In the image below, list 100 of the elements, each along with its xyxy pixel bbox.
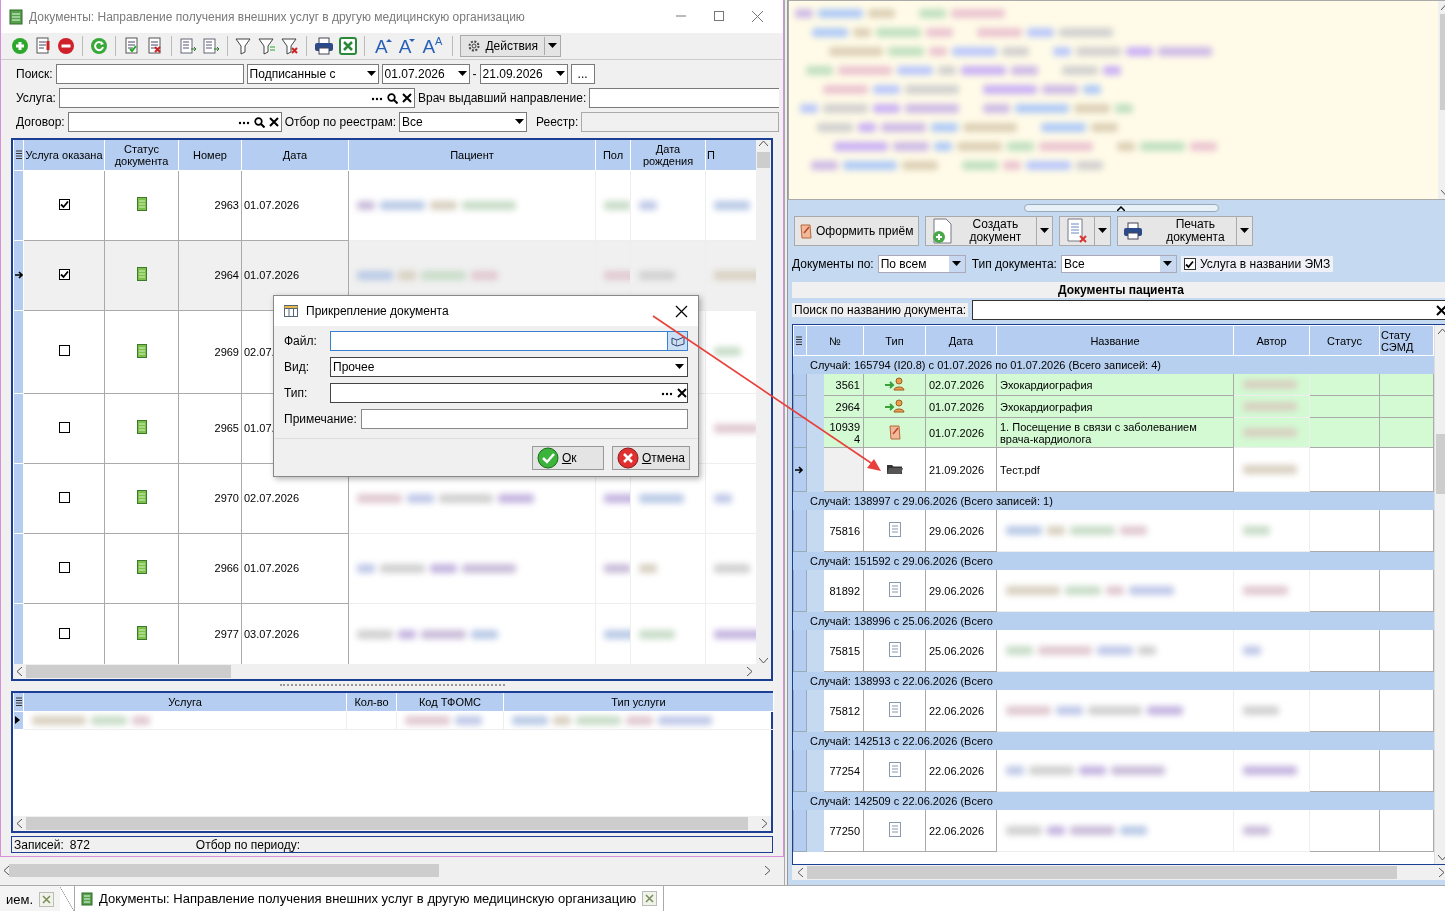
column-header[interactable]: П — [705, 140, 756, 170]
column-header[interactable]: Тип услуги — [503, 693, 774, 711]
cancel-button[interactable]: Отмена — [611, 445, 690, 470]
maximize-icon[interactable] — [714, 11, 724, 21]
table-row[interactable]: 3561 02.07.2026 Эхокардиография — [793, 373, 1434, 396]
scroll-right-icon[interactable] — [747, 667, 753, 676]
scroll-right-icon[interactable] — [1439, 868, 1445, 877]
column-header[interactable]: Дата — [241, 140, 349, 170]
scroll-down-icon[interactable] — [759, 658, 768, 664]
table-row[interactable]: 21.09.2026 Тест.pdf — [793, 447, 1434, 492]
add-icon[interactable] — [11, 37, 29, 55]
search-icon[interactable] — [253, 116, 265, 128]
date-mode-dropdown[interactable]: Подписанные с — [246, 64, 379, 84]
checkbox[interactable] — [58, 627, 70, 639]
ok-button[interactable]: Ок — [531, 445, 604, 470]
remove-icon[interactable] — [57, 37, 75, 55]
column-header[interactable]: Статус — [1309, 325, 1380, 356]
browse-button[interactable] — [667, 332, 687, 350]
column-chooser-icon[interactable] — [795, 335, 803, 346]
contract-field[interactable] — [67, 112, 282, 132]
column-header[interactable]: Услуга оказана — [23, 140, 105, 170]
date-field[interactable]: 01.07.2026 — [381, 64, 470, 84]
table-row[interactable]: 77250 22.06.2026 — [793, 809, 1434, 852]
column-header[interactable]: Пациент — [348, 140, 596, 170]
printer-icon[interactable] — [314, 37, 334, 55]
column-header[interactable]: Тип — [863, 325, 926, 356]
search-field[interactable] — [55, 64, 244, 84]
scrollbar-thumb[interactable] — [807, 866, 1397, 879]
font-size-button[interactable]: A — [395, 36, 415, 56]
document-check-icon[interactable] — [123, 37, 141, 55]
spreadsheet-icon[interactable] — [339, 37, 357, 55]
checkbox[interactable] — [58, 561, 70, 573]
document-tab[interactable]: Документы: Направление получения внешних услуг в другую медицинскую организацию — [74, 886, 665, 911]
toolbar-button[interactable]: Оформить приём — [794, 216, 920, 246]
type-dropdown[interactable]: Прочее — [330, 357, 688, 377]
column-header[interactable]: Дата — [925, 325, 997, 356]
scroll-left-icon[interactable] — [3, 866, 9, 875]
scroll-down-icon[interactable] — [1437, 855, 1445, 861]
filter-clear-icon[interactable] — [281, 37, 299, 55]
column-header[interactable]: Пол — [595, 140, 631, 170]
dropdown-button[interactable] — [1237, 216, 1254, 246]
font-size-button[interactable]: A$^{A}$ — [419, 36, 446, 56]
list-import-icon[interactable] — [179, 37, 197, 55]
scrollbar-thumb[interactable] — [9, 864, 439, 877]
table-row[interactable]: 77254 22.06.2026 — [793, 749, 1434, 792]
column-header[interactable]: Номер — [178, 140, 242, 170]
table-row[interactable]: 75816 29.06.2026 — [793, 509, 1434, 552]
close-icon[interactable] — [675, 304, 688, 318]
date-field[interactable]: 21.09.2026 — [479, 64, 568, 84]
period-button[interactable]: ... — [570, 64, 595, 84]
table-row[interactable]: 75815 25.06.2026 — [793, 629, 1434, 672]
document-edit-icon[interactable] — [34, 37, 52, 55]
table-row[interactable]: 109394 01.07.2026 1. Посещение в связи с заболеванием врача-кардиолога — [793, 417, 1434, 448]
close-icon[interactable] — [677, 388, 687, 398]
refresh-icon[interactable] — [90, 37, 108, 55]
checkbox[interactable] — [58, 269, 70, 280]
delete-document-button[interactable] — [1059, 216, 1096, 246]
input-field[interactable] — [330, 383, 688, 403]
input-field[interactable] — [330, 331, 688, 351]
checkbox[interactable] — [58, 199, 70, 210]
column-header[interactable]: Стату СЭМД — [1379, 325, 1434, 356]
checkbox[interactable] — [58, 421, 70, 433]
filter-icon[interactable] — [235, 37, 253, 55]
column-header[interactable]: № — [806, 325, 864, 356]
dropdown-button[interactable] — [544, 37, 560, 55]
column-chooser-icon[interactable] — [15, 696, 23, 707]
documents-by-dropdown[interactable]: По всем — [877, 255, 966, 273]
dropdown-button[interactable] — [1095, 216, 1112, 246]
close-icon[interactable] — [268, 117, 279, 127]
document-delete-icon[interactable] — [146, 37, 164, 55]
column-header[interactable]: Дата рождения — [630, 140, 706, 170]
scroll-up-icon[interactable] — [1437, 328, 1445, 334]
doctor-field[interactable] — [589, 88, 779, 108]
document-type-dropdown[interactable]: Все — [1060, 255, 1177, 273]
input-field[interactable] — [360, 409, 688, 429]
column-header[interactable]: Автор — [1233, 325, 1310, 356]
scrollbar-thumb[interactable] — [1436, 434, 1445, 494]
splitter-handle[interactable] — [1023, 204, 1219, 212]
checkbox[interactable] — [58, 345, 70, 356]
table-row[interactable]: 75812 22.06.2026 — [793, 689, 1434, 732]
column-chooser-icon[interactable] — [15, 149, 23, 160]
checkbox[interactable] — [58, 491, 70, 503]
toolbar-button[interactable]: Создать документ — [925, 216, 1038, 246]
column-header[interactable]: Кол-во — [346, 693, 397, 711]
column-header[interactable]: Статус документа — [104, 140, 179, 170]
scroll-right-icon[interactable] — [765, 866, 771, 875]
toolbar-button[interactable]: Печать документа — [1117, 216, 1238, 246]
checkbox[interactable] — [1183, 258, 1196, 270]
scroll-left-icon[interactable] — [16, 667, 22, 676]
close-icon[interactable] — [401, 93, 412, 103]
scrollbar-thumb[interactable] — [26, 665, 231, 678]
close-icon[interactable] — [1436, 304, 1445, 316]
scroll-left-icon[interactable] — [797, 868, 803, 877]
table-row[interactable]: 81892 29.06.2026 — [793, 569, 1434, 612]
filter-edit-icon[interactable] — [258, 37, 276, 55]
dropdown-button[interactable] — [1037, 216, 1054, 246]
service-field[interactable] — [58, 88, 415, 108]
splitter-handle[interactable] — [279, 684, 505, 688]
search-field[interactable] — [972, 300, 1445, 320]
scroll-up-icon[interactable] — [759, 140, 768, 146]
